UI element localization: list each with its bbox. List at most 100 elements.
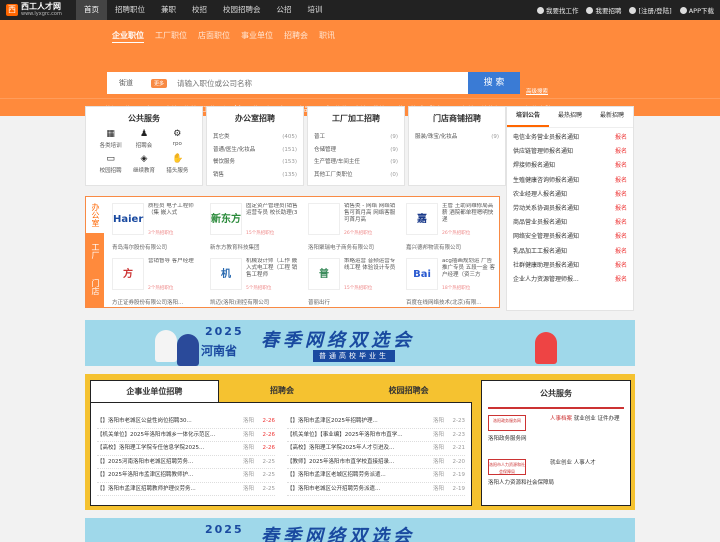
signup-link[interactable]: 报名 <box>615 188 627 202</box>
company-jobs[interactable]: 营销督导 客户经理 <box>148 258 203 286</box>
nav-parttime[interactable]: 兼职 <box>153 0 184 20</box>
training-item[interactable]: 生殖健康咨询师报名通知报名 <box>513 174 627 188</box>
signup-link[interactable]: 报名 <box>615 216 627 230</box>
nav-jobs[interactable]: 招聘职位 <box>107 0 153 20</box>
category-row[interactable]: 销售(135) <box>213 169 297 182</box>
company-name[interactable]: 普丽出行 <box>308 298 400 306</box>
tab-news[interactable]: 职讯 <box>319 30 335 43</box>
training-item[interactable]: 乳品加工工报名通知报名 <box>513 245 627 259</box>
training-item[interactable]: 农业经理人报名通知报名 <box>513 188 627 202</box>
tab-new-jobs[interactable]: 最新招聘 <box>591 107 633 127</box>
company-jobs[interactable]: 策略运营 音频运营专线工程 体验设计专员 <box>344 258 399 286</box>
signup-link[interactable]: 报名 <box>615 245 627 259</box>
job-row[interactable]: 【机关单位】【事业编】2025年洛阳市市直学...洛阳2-23 <box>287 429 465 443</box>
training-item[interactable]: 企业人力资源管理师报...报名 <box>513 273 627 287</box>
signup-link[interactable]: 报名 <box>615 202 627 216</box>
app-download-link[interactable]: APP下载 <box>680 5 714 15</box>
job-row[interactable]: 【教师】2025年洛阳市市直学校直接招录...洛阳2-20 <box>287 456 465 470</box>
job-row[interactable]: 【机关单位】2025年洛阳市城乡一体化示范区...洛阳2-26 <box>97 429 275 443</box>
service-campus[interactable]: ▭校园招聘 <box>94 154 127 174</box>
tab-training-notice[interactable]: 培训公告 <box>507 107 549 127</box>
job-title[interactable]: 【】洛阳市老城区公开招聘劳务派遣... <box>287 483 433 496</box>
site-logo[interactable]: 西 西工人才网www.lyxgrc.com <box>6 3 76 17</box>
job-title[interactable]: 【】洛阳市孟津区招聘教师护理仪劳务... <box>97 483 243 496</box>
company-card[interactable]: Haier质检员 电子工程师（集 嵌入式3个热招职位青岛海尔股份有限公司 <box>108 200 206 253</box>
job-title[interactable]: 【】2025河南洛阳市老城区招聘劳务... <box>97 456 243 469</box>
tab-fairs[interactable]: 招聘会 <box>219 380 346 402</box>
tab-hot-jobs[interactable]: 最热招聘 <box>549 107 591 127</box>
service-job-fair[interactable]: ♟招聘会 <box>127 129 160 149</box>
recruit-link[interactable]: 我要招聘 <box>586 5 621 15</box>
nav-public[interactable]: 公招 <box>269 0 300 20</box>
spring-fair-banner-2[interactable]: 2025 春季网络双选会 <box>85 518 635 542</box>
category-row[interactable]: 服装/珠宝/化妆品(9) <box>415 131 499 144</box>
training-item[interactable]: 社群健康助理员报名通知报名 <box>513 259 627 273</box>
search-button[interactable]: 搜 索 <box>468 72 520 94</box>
company-name[interactable]: 凯迈(洛阳)测控有限公司 <box>210 298 302 306</box>
company-name[interactable]: 百度在线网络技术(北京)有限... <box>406 298 498 306</box>
job-row[interactable]: 【】2025河南洛阳市老城区招聘劳务...洛阳2-25 <box>97 456 275 470</box>
training-item[interactable]: 网络安全管理员报名通知报名 <box>513 230 627 244</box>
job-title[interactable]: 【】洛阳市孟津区2025年招聘护理... <box>287 415 433 428</box>
service-headhunt[interactable]: ✋猎头服务 <box>161 154 194 174</box>
category-row[interactable]: 普工(9) <box>314 131 398 144</box>
job-title[interactable]: 【机关单位】【事业编】2025年洛阳市市直学... <box>287 429 433 442</box>
tab-office[interactable]: 办公室 <box>86 197 104 233</box>
service-education[interactable]: ◈继续教育 <box>127 154 160 174</box>
gov-service-item[interactable]: 洛阳市人力资源和社会保障局 就业创业 人事人才 洛阳人力资源和社会保障局 <box>482 453 630 497</box>
job-title[interactable]: 【教师】2025年洛阳市市直学校直接招录... <box>287 456 433 469</box>
service-rpo[interactable]: ⚙rpo <box>161 129 194 149</box>
job-row[interactable]: 【高校】洛阳理工学院专任信息学院2025...洛阳2-26 <box>97 442 275 456</box>
signup-link[interactable]: 报名 <box>615 273 627 287</box>
company-jobs[interactable]: acg插画规划运 广告推广专员 五段一金 客户经理（资三方 <box>442 258 497 286</box>
tab-factory[interactable]: 工厂 <box>86 233 104 269</box>
job-title[interactable]: 【】洛阳市孟津区老城区招聘劳务派遣... <box>287 469 433 482</box>
job-row[interactable]: 【高校】洛阳理工学院2025年人才引进及...洛阳2-21 <box>287 442 465 456</box>
company-jobs[interactable]: 销售类 - 网络 网络销售可首月高 网络客服可首月高 <box>344 203 399 231</box>
training-item[interactable]: 供应链管理师报名通知报名 <box>513 145 627 159</box>
nav-campus[interactable]: 校招 <box>184 0 215 20</box>
company-card[interactable]: 机机械设计师（工作 嵌入式电工程（工程 销售工程师5个热招职位凯迈(洛阳)测控有… <box>206 255 304 308</box>
company-card[interactable]: 嘉主管 王助到维修局高薪 酒院都单程嗯明快递26个热招职位嘉兴德邦物流有限公司 <box>402 200 500 253</box>
company-card[interactable]: 方营销督导 客户经理2个热招职位方正证券股份有限公司洛阳... <box>108 255 206 308</box>
service-training[interactable]: ▦各类培训 <box>94 129 127 149</box>
category-row[interactable]: 其他工厂类职位(0) <box>314 169 398 182</box>
nav-home[interactable]: 首页 <box>76 0 107 20</box>
signup-link[interactable]: 报名 <box>615 174 627 188</box>
company-jobs[interactable]: 固定资产管理员(销售运营专员 校长助理(3 <box>246 203 301 231</box>
signup-link[interactable]: 报名 <box>615 131 627 145</box>
company-name[interactable]: 青岛海尔股份有限公司 <box>112 243 204 251</box>
training-item[interactable]: 电信业务营业员报名通知报名 <box>513 131 627 145</box>
find-job-link[interactable]: 我要找工作 <box>537 5 579 15</box>
signup-link[interactable]: 报名 <box>615 145 627 159</box>
category-row[interactable]: 其它类(405) <box>213 131 297 144</box>
nav-campus-fair[interactable]: 校园招聘会 <box>215 0 269 20</box>
training-item[interactable]: 劳动关系协调员报名通知报名 <box>513 202 627 216</box>
tab-job-fair[interactable]: 招聘会 <box>284 30 308 43</box>
category-row[interactable]: 普通/医生/化妆品(151) <box>213 144 297 157</box>
company-jobs[interactable]: 主管 王助到维修局高薪 酒院都单程嗯明快递 <box>442 203 497 231</box>
company-card[interactable]: 销售类 - 网络 网络销售可首月高 网络客服可首月高26个热招职位洛阳聚瑞电子商… <box>304 200 402 253</box>
category-row[interactable]: 餐饮服务(153) <box>213 156 297 169</box>
signup-link[interactable]: 报名 <box>615 230 627 244</box>
company-card[interactable]: Baiacg插画规划运 广告推广专员 五段一金 客户经理（资三方18个热招职位百… <box>402 255 500 308</box>
job-row[interactable]: 【】洛阳市孟津区2025年招聘护理...洛阳2-23 <box>287 415 465 429</box>
gov-service-item[interactable]: 洛阳政务服务网 人事档案 就业创业 证件办理 洛阳政务服务网 <box>482 409 630 453</box>
search-input[interactable] <box>177 73 468 93</box>
spring-fair-banner[interactable]: 2025 河南省 春季网络双选会 普通高校毕业生 <box>85 320 635 366</box>
company-jobs[interactable]: 质检员 电子工程师（集 嵌入式 <box>148 203 203 231</box>
search-category[interactable]: 街道 <box>107 78 151 88</box>
job-row[interactable]: 【】洛阳市孟津区老城区招聘劳务派遣...洛阳2-19 <box>287 469 465 483</box>
company-name[interactable]: 新东方教育科技集团 <box>210 243 302 251</box>
tab-public-jobs[interactable]: 企事业单位招聘 <box>90 380 219 402</box>
company-name[interactable]: 洛阳聚瑞电子商务有限公司 <box>308 243 400 251</box>
tab-factory-jobs[interactable]: 工厂职位 <box>155 30 187 43</box>
job-title[interactable]: 【高校】洛阳理工学院专任信息学院2025... <box>97 442 243 455</box>
advanced-search-link[interactable]: 高级搜索 <box>526 87 548 95</box>
company-card[interactable]: 新东方固定资产管理员(销售运营专员 校长助理(315个热招职位新东方教育科技集团 <box>206 200 304 253</box>
category-row[interactable]: 生产管理/车间主任(9) <box>314 156 398 169</box>
nav-training[interactable]: 培训 <box>300 0 331 20</box>
signup-link[interactable]: 报名 <box>615 259 627 273</box>
training-item[interactable]: 焊接师报名通知报名 <box>513 159 627 173</box>
job-title[interactable]: 【机关单位】2025年洛阳市城乡一体化示范区... <box>97 429 243 442</box>
